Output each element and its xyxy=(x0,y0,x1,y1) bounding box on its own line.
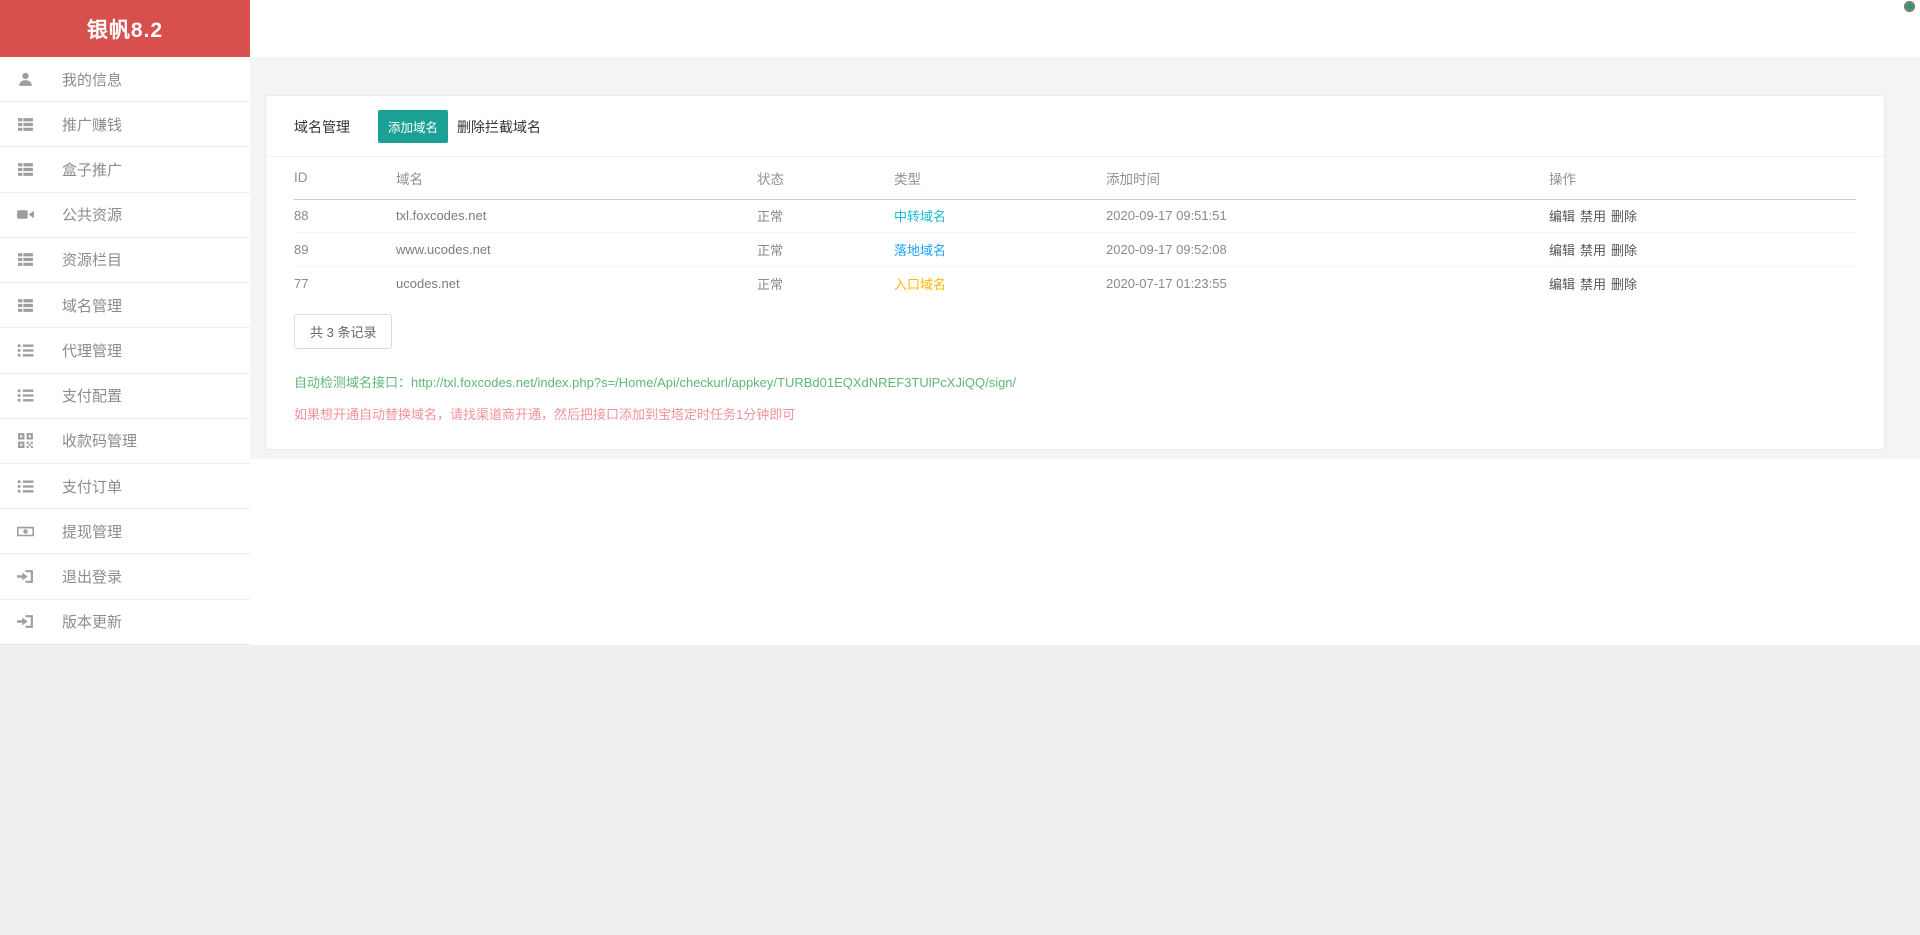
th-list-icon xyxy=(17,161,34,178)
disable-link[interactable]: 禁用 xyxy=(1580,277,1606,292)
sidebar-item-box-promotion[interactable]: 盒子推广 xyxy=(0,147,250,193)
sidebar-item-label: 盒子推广 xyxy=(62,162,123,180)
qrcode-icon xyxy=(17,432,34,449)
list-ul-icon xyxy=(17,478,34,495)
cell-status: 正常 xyxy=(757,276,784,292)
add-domain-button[interactable]: 添加域名 xyxy=(378,110,449,143)
domain-management-card: 域名管理 添加域名 删除拦截域名 ID 域名 状态 类型 添加时间 操作 88 … xyxy=(265,95,1885,450)
record-count-button[interactable]: 共 3 条记录 xyxy=(294,313,393,349)
sidebar-item-resource-categories[interactable]: 资源栏目 xyxy=(0,238,250,284)
browser-widget-icon[interactable] xyxy=(1904,1,1915,12)
column-header-added-time: 添加时间 xyxy=(1106,157,1549,200)
delete-link[interactable]: 删除 xyxy=(1611,209,1637,224)
th-list-icon xyxy=(17,297,34,314)
sidebar-item-label: 支付订单 xyxy=(62,478,123,496)
content-area: 域名管理 添加域名 删除拦截域名 ID 域名 状态 类型 添加时间 操作 88 … xyxy=(250,57,1920,459)
api-label: 自动检测域名接口： xyxy=(294,374,412,390)
column-header-type: 类型 xyxy=(894,157,1106,200)
sidebar-item-payment-config[interactable]: 支付配置 xyxy=(0,374,250,419)
edit-link[interactable]: 编辑 xyxy=(1549,209,1575,224)
sidebar-item-label: 支付配置 xyxy=(62,388,123,406)
table-row: 88 txl.foxcodes.net 正常 中转域名 2020-09-17 0… xyxy=(294,199,1856,233)
tab-delete-intercepted-domain[interactable]: 删除拦截域名 xyxy=(457,117,541,137)
cell-added-time: 2020-07-17 01:23:55 xyxy=(1106,275,1227,291)
cell-actions: 编辑 禁用 删除 xyxy=(1549,199,1856,233)
sign-out-icon xyxy=(17,613,34,630)
sidebar-item-promotion-earn[interactable]: 推广赚钱 xyxy=(0,102,250,148)
table-header-row: ID 域名 状态 类型 添加时间 操作 xyxy=(294,157,1856,200)
sidebar-item-label: 域名管理 xyxy=(62,297,123,315)
sidebar-item-withdrawal-management[interactable]: 提现管理 xyxy=(0,509,250,555)
th-list-icon xyxy=(17,251,34,268)
brand-header: 银帆8.2 xyxy=(0,0,250,57)
sidebar-item-payment-code-management[interactable]: 收款码管理 xyxy=(0,419,250,464)
cell-id: 89 xyxy=(294,232,396,267)
sidebar-item-label: 公共资源 xyxy=(62,207,123,225)
sidebar-item-public-resources[interactable]: 公共资源 xyxy=(0,193,250,238)
cell-actions: 编辑 禁用 删除 xyxy=(1549,232,1856,267)
sidebar-item-label: 代理管理 xyxy=(62,342,123,360)
card-tabbar: 域名管理 添加域名 删除拦截域名 xyxy=(266,110,1884,157)
cell-added-time: 2020-09-17 09:51:51 xyxy=(1106,199,1549,233)
app-root: 银帆8.2 我的信息 推广赚钱 盒子推广 公共资源 资源栏目 域名管理 代理管理… xyxy=(0,0,1920,935)
disable-link[interactable]: 禁用 xyxy=(1580,243,1606,258)
edit-link[interactable]: 编辑 xyxy=(1549,243,1575,258)
cell-actions: 编辑 禁用 删除 xyxy=(1549,266,1856,300)
sidebar-item-domain-management[interactable]: 域名管理 xyxy=(0,283,250,329)
domain-table: ID 域名 状态 类型 添加时间 操作 88 txl.foxcodes.net … xyxy=(294,157,1856,300)
cell-type: 中转域名 xyxy=(894,199,1106,233)
sidebar-item-payment-orders[interactable]: 支付订单 xyxy=(0,464,250,510)
cell-type: 入口域名 xyxy=(894,276,947,292)
list-ul-icon xyxy=(17,387,34,404)
sign-out-icon xyxy=(17,568,34,585)
column-header-id: ID xyxy=(294,157,396,200)
cell-id: 88 xyxy=(294,199,396,233)
sidebar-item-label: 资源栏目 xyxy=(62,252,123,270)
cell-status: 正常 xyxy=(757,232,894,267)
sidebar-item-my-info[interactable]: 我的信息 xyxy=(0,57,250,103)
app-title: 银帆8.2 xyxy=(86,18,164,42)
th-list-icon xyxy=(17,116,34,133)
sidebar-item-version-update[interactable]: 版本更新 xyxy=(0,600,250,645)
sidebar-item-agent-management[interactable]: 代理管理 xyxy=(0,328,250,374)
cell-type: 落地域名 xyxy=(894,232,1106,267)
cell-domain: txl.foxcodes.net xyxy=(396,199,757,233)
user-icon xyxy=(17,71,34,88)
api-url-link[interactable]: http://txl.foxcodes.net/index.php?s=/Hom… xyxy=(411,375,1016,390)
cell-status: 正常 xyxy=(757,199,894,233)
page-bottom-background xyxy=(0,645,1920,935)
cell-domain: ucodes.net xyxy=(396,275,460,291)
table-row: 89 www.ucodes.net 正常 落地域名 2020-09-17 09:… xyxy=(294,232,1856,267)
video-camera-icon xyxy=(17,206,34,223)
edit-link[interactable]: 编辑 xyxy=(1549,277,1575,292)
cell-added-time: 2020-09-17 09:52:08 xyxy=(1106,232,1549,267)
list-ul-icon xyxy=(17,342,34,359)
sidebar-item-label: 退出登录 xyxy=(62,569,123,587)
sidebar-item-logout[interactable]: 退出登录 xyxy=(0,554,250,600)
sidebar: 我的信息 推广赚钱 盒子推广 公共资源 资源栏目 域名管理 代理管理 支付配置 … xyxy=(0,57,250,645)
auto-replace-hint: 如果想开通自动替换域名，请找渠道商开通，然后把接口添加到宝塔定时任务1分钟即可 xyxy=(294,406,796,422)
table-row: 77 ucodes.net 正常 入口域名 2020-07-17 01:23:5… xyxy=(294,266,1856,300)
tab-domain-management[interactable]: 域名管理 xyxy=(294,117,350,137)
column-header-status: 状态 xyxy=(757,157,894,200)
sidebar-item-label: 提现管理 xyxy=(62,523,123,541)
sidebar-item-label: 收款码管理 xyxy=(62,433,138,451)
sidebar-item-label: 版本更新 xyxy=(62,614,123,632)
sidebar-item-label: 推广赚钱 xyxy=(62,116,123,134)
delete-link[interactable]: 删除 xyxy=(1611,277,1637,292)
cell-id: 77 xyxy=(294,275,309,291)
sidebar-item-label: 我的信息 xyxy=(62,71,123,89)
disable-link[interactable]: 禁用 xyxy=(1580,209,1606,224)
cell-domain: www.ucodes.net xyxy=(396,232,757,267)
delete-link[interactable]: 删除 xyxy=(1611,243,1637,258)
column-header-domain: 域名 xyxy=(396,157,757,200)
auto-check-api-line: 自动检测域名接口：http://txl.foxcodes.net/index.p… xyxy=(294,372,1856,391)
banknote-icon xyxy=(17,523,34,540)
column-header-actions: 操作 xyxy=(1549,157,1856,200)
